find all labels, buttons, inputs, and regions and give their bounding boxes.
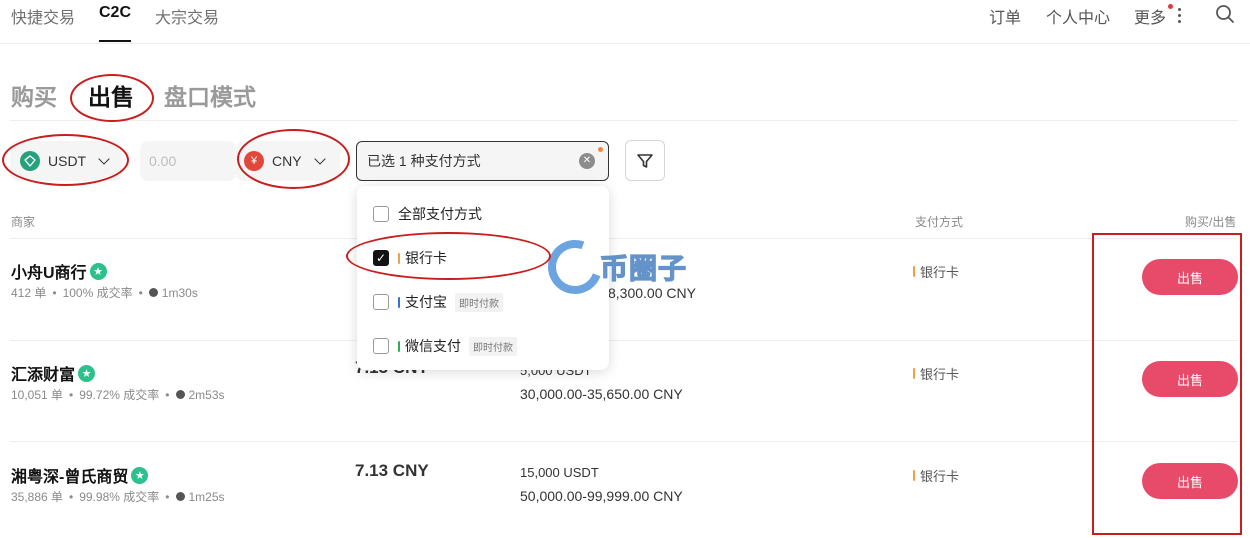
currency-select-value: CNY xyxy=(272,153,302,169)
nav-c2c[interactable]: C2C xyxy=(99,4,131,22)
avg-release-time: 1m25s xyxy=(188,489,225,504)
coin-select[interactable]: USDT xyxy=(10,141,122,181)
completion-rate: 99.98% 成交率 xyxy=(79,490,160,504)
nav-quick-trade[interactable]: 快捷交易 xyxy=(11,4,75,28)
payment-option-wechat[interactable]: 微信支付 即时付款 xyxy=(373,336,517,356)
sell-button[interactable]: 出售 xyxy=(1142,259,1238,295)
instant-pay-tag: 即时付款 xyxy=(455,292,503,312)
header-divider xyxy=(10,238,1238,239)
currency-select[interactable]: ¥ CNY xyxy=(236,141,340,181)
avg-release-time: 2m53s xyxy=(188,387,225,402)
trade-limit: 50,000.00-99,999.00 CNY xyxy=(520,488,683,504)
merchant-name[interactable]: 小舟U商行 ★ xyxy=(11,259,107,283)
clear-icon[interactable]: ✕ xyxy=(579,153,595,169)
merchant-name[interactable]: 汇添财富 ★ xyxy=(11,361,96,385)
amount-input[interactable]: 0.00 xyxy=(140,141,236,181)
verified-star-icon: ★ xyxy=(131,466,149,484)
order-count: 10,051 单 xyxy=(11,388,64,402)
nav-account-center[interactable]: 个人中心 xyxy=(1046,4,1110,28)
avg-release-time: 1m30s xyxy=(161,285,198,300)
filter-button[interactable] xyxy=(625,140,665,181)
header-payment: 支付方式 xyxy=(915,215,964,229)
sell-button[interactable]: 出售 xyxy=(1142,463,1238,499)
merchant-name-text[interactable]: 汇添财富 xyxy=(11,361,75,385)
nav-active-underline xyxy=(99,40,131,42)
watermark-text: 币圈子 xyxy=(599,252,688,284)
order-count: 412 单 xyxy=(11,286,47,300)
clock-icon xyxy=(175,390,185,399)
checkbox-checked[interactable]: ✓ xyxy=(373,250,389,266)
checkbox[interactable] xyxy=(373,294,389,310)
tab-sell[interactable]: 出售 xyxy=(88,78,134,112)
order-count: 35,886 单 xyxy=(11,490,64,504)
alipay-bar xyxy=(398,296,400,308)
merchant-name-text[interactable]: 小舟U商行 xyxy=(11,259,87,283)
clock-icon xyxy=(148,288,158,297)
completion-rate: 100% 成交率 xyxy=(62,286,133,300)
header-action: 购买/出售 xyxy=(1185,215,1237,229)
payment-method-label: 银行卡 xyxy=(920,367,960,382)
payment-option-bank-card[interactable]: ✓ 银行卡 xyxy=(373,248,447,268)
payment-option-all[interactable]: 全部支付方式 xyxy=(373,204,482,224)
chevron-down-icon xyxy=(313,153,326,165)
nav-more[interactable]: 更多 xyxy=(1134,4,1166,28)
cny-icon: ¥ xyxy=(244,151,264,171)
bank-card-bar xyxy=(913,470,915,481)
nav-block-trade[interactable]: 大宗交易 xyxy=(155,4,219,28)
merchant-stats: 412 单 • 100% 成交率 • 1m30s xyxy=(11,285,198,301)
notification-dot xyxy=(1168,4,1173,9)
verified-star-icon: ★ xyxy=(89,262,107,280)
header-merchant: 商家 xyxy=(11,215,36,229)
row-divider xyxy=(10,340,1238,341)
wechat-bar xyxy=(398,340,400,352)
merchant-stats: 35,886 单 • 99.98% 成交率 • 1m25s xyxy=(11,489,225,505)
payment-method-label: 银行卡 xyxy=(920,265,960,280)
instant-pay-tag: 即时付款 xyxy=(469,336,517,356)
trade-limit: 30,000.00-35,650.00 CNY xyxy=(520,386,683,402)
checkbox[interactable] xyxy=(373,338,389,354)
option-label: 全部支付方式 xyxy=(398,206,482,222)
option-label: 微信支付 xyxy=(405,338,461,354)
payment-method-label: 银行卡 xyxy=(920,469,960,484)
more-kebab-icon[interactable] xyxy=(1178,8,1182,24)
merchant-name-text[interactable]: 湘粤深-曾氏商贸 xyxy=(11,463,128,487)
option-label: 银行卡 xyxy=(405,250,447,266)
completion-rate: 99.72% 成交率 xyxy=(79,388,160,402)
chevron-down-icon xyxy=(98,153,110,165)
merchant-stats: 10,051 单 • 99.72% 成交率 • 2m53s xyxy=(11,387,225,403)
nav-orders[interactable]: 订单 xyxy=(989,4,1021,28)
row-divider xyxy=(10,441,1238,442)
payment-method-select[interactable]: 已选 1 种支付方式 ✕ xyxy=(356,141,609,181)
verified-star-icon: ★ xyxy=(78,364,96,382)
amount-placeholder: 0.00 xyxy=(149,153,177,169)
unit-price: 7.13 CNY xyxy=(355,461,429,480)
tabs-divider xyxy=(10,120,1238,121)
watermark-logo: 币圈子 xyxy=(539,231,688,303)
available-amount: 15,000 USDT xyxy=(520,465,599,480)
bank-card-bar xyxy=(398,252,400,264)
option-label: 支付宝 xyxy=(405,294,447,310)
payment-method: 银行卡 xyxy=(913,262,959,281)
clock-icon xyxy=(175,492,185,501)
tab-buy[interactable]: 购买 xyxy=(11,78,57,112)
checkbox[interactable] xyxy=(373,206,389,222)
watermark-ring-icon xyxy=(539,231,611,303)
payment-method: 银行卡 xyxy=(913,364,959,383)
coin-select-value: USDT xyxy=(48,153,87,169)
tab-orderbook-mode[interactable]: 盘口模式 xyxy=(164,78,256,112)
payment-method: 银行卡 xyxy=(913,466,959,485)
top-nav: 快捷交易 C2C 大宗交易 订单 个人中心 更多 xyxy=(0,0,1250,44)
sell-button[interactable]: 出售 xyxy=(1142,361,1238,397)
usdt-icon xyxy=(20,151,40,171)
bank-card-bar xyxy=(913,266,915,277)
bank-card-bar xyxy=(913,368,915,379)
payment-option-alipay[interactable]: 支付宝 即时付款 xyxy=(373,292,503,312)
merchant-name[interactable]: 湘粤深-曾氏商贸 ★ xyxy=(11,463,149,487)
changed-dot xyxy=(598,147,603,152)
payment-method-summary: 已选 1 种支付方式 xyxy=(367,153,481,169)
search-icon[interactable] xyxy=(1215,4,1235,24)
filter-icon xyxy=(637,153,653,168)
